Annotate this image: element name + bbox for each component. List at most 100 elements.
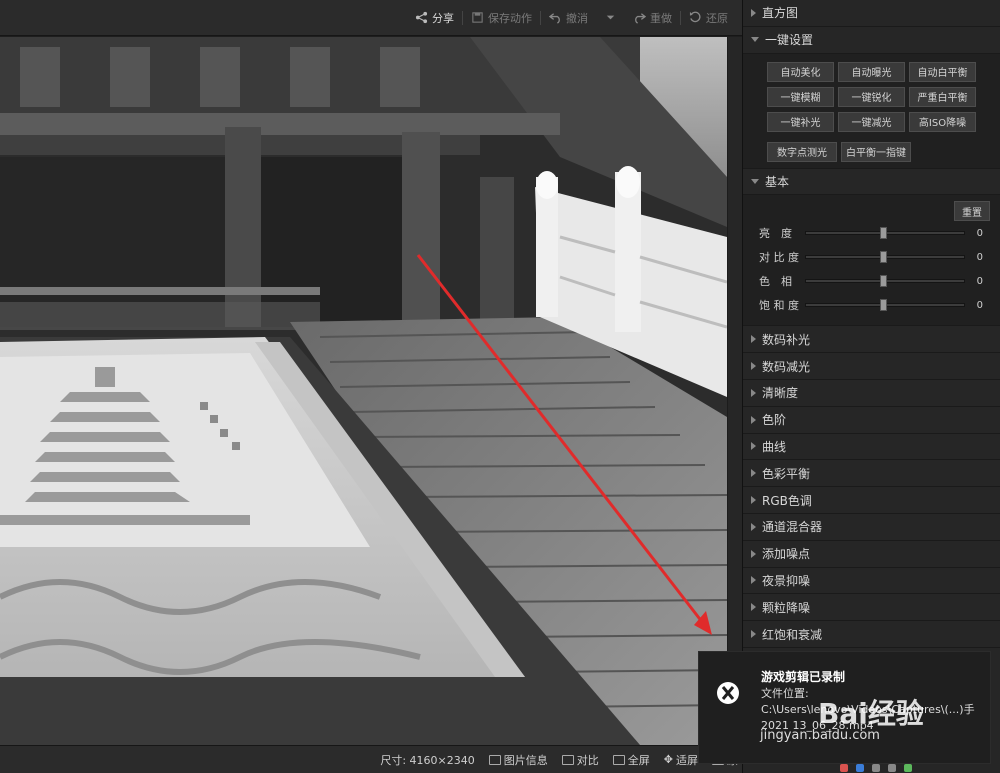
one-click-fill-light-button[interactable]: 一键补光 [767, 111, 834, 132]
redo-button[interactable]: 重做 [625, 6, 680, 30]
slider-thumb[interactable] [880, 275, 887, 288]
slider-value: 0 [976, 275, 983, 287]
section-red-saturation[interactable]: 红饱和衰减 [743, 621, 1000, 648]
slider-label: 亮 度 [759, 227, 792, 241]
image-info-button[interactable]: 图片信息 [488, 752, 548, 768]
strong-white-balance-button[interactable]: 严重白平衡 [909, 86, 976, 107]
compare-icon [561, 754, 574, 765]
fit-label: 适屏 [676, 753, 698, 767]
one-click-sharpen-button[interactable]: 一键锐化 [838, 86, 905, 107]
status-bar: 尺寸: 4160×2340 图片信息 对比 全屏 ✥ 适屏 原 [0, 745, 742, 773]
section-histogram[interactable]: 直方图 [743, 0, 1000, 27]
section-label: 数码补光 [762, 332, 811, 347]
section-label: 一键设置 [765, 33, 814, 48]
spot-metering-button[interactable]: 数字点测光 [767, 141, 837, 162]
chevron-right-icon [751, 442, 756, 451]
section-basic[interactable]: 基本 [743, 169, 1000, 196]
one-click-blur-button[interactable]: 一键模糊 [767, 86, 834, 107]
hue-slider-row: 色 相 0 [759, 269, 990, 293]
saturation-slider[interactable] [805, 299, 965, 312]
section-clarity[interactable]: 清晰度 [743, 380, 1000, 407]
fit-icon: ✥ [663, 753, 673, 766]
reset-row: 重置 [759, 201, 990, 222]
share-icon [415, 11, 428, 24]
section-label: 红饱和衰减 [762, 627, 823, 642]
auto-beautify-button[interactable]: 自动美化 [767, 61, 834, 82]
contrast-slider[interactable] [805, 251, 965, 264]
section-label: 颗粒降噪 [762, 600, 811, 615]
reset-button[interactable]: 重置 [954, 201, 990, 222]
section-color-balance[interactable]: 色彩平衡 [743, 460, 1000, 488]
hue-slider[interactable] [805, 275, 965, 288]
undo-icon [549, 13, 560, 24]
slider-thumb[interactable] [880, 299, 887, 312]
chevron-right-icon [751, 415, 756, 424]
section-rgb-tone[interactable]: RGB色调 [743, 487, 1000, 514]
chevron-right-icon [751, 549, 756, 558]
vertical-scrollbar[interactable] [728, 37, 742, 745]
image-canvas[interactable] [0, 37, 742, 745]
brightness-slider[interactable] [805, 227, 965, 240]
one-click-reduce-light-button[interactable]: 一键减光 [838, 111, 905, 132]
section-channel-mixer[interactable]: 通道混合器 [743, 514, 1000, 541]
save-action-button[interactable]: 保存动作 [463, 6, 540, 30]
restore-label: 还原 [706, 11, 728, 25]
contrast-slider-row: 对 比 度 0 [759, 245, 990, 269]
brightness-slider-row: 亮 度 0 [759, 221, 990, 245]
taskbar-tray [840, 764, 1000, 773]
slider-label: 饱 和 度 [759, 299, 799, 313]
section-grain-denoise[interactable]: 颗粒降噪 [743, 594, 1000, 622]
basic-content: 重置 亮 度 0 对 比 度 0 色 相 0 饱 和 度 0 [743, 195, 1000, 327]
section-add-noise[interactable]: 添加噪点 [743, 541, 1000, 568]
slider-value: 0 [976, 227, 983, 239]
restore-button[interactable]: 还原 [681, 6, 736, 30]
slider-thumb[interactable] [880, 227, 887, 240]
section-oneclick[interactable]: 一键设置 [743, 27, 1000, 54]
fullscreen-button[interactable]: 全屏 [612, 752, 650, 768]
share-label: 分享 [432, 11, 454, 25]
saturation-slider-row: 饱 和 度 0 [759, 293, 990, 317]
section-digital-reduce-light[interactable]: 数码减光 [743, 353, 1000, 380]
auto-exposure-button[interactable]: 自动曝光 [838, 61, 905, 82]
undo-dropdown[interactable] [596, 6, 625, 30]
section-curves[interactable]: 曲线 [743, 434, 1000, 461]
image-info-label: 图片信息 [503, 753, 548, 767]
high-iso-denoise-button[interactable]: 高ISO降噪 [909, 111, 976, 132]
compare-label: 对比 [576, 753, 599, 767]
compare-button[interactable]: 对比 [561, 752, 599, 768]
white-balance-picker-button[interactable]: 白平衡一指键 [841, 141, 911, 162]
slider-label: 对 比 度 [759, 251, 799, 265]
section-label: 夜景抑噪 [762, 573, 811, 588]
chevron-right-icon [751, 576, 756, 585]
fit-screen-button[interactable]: ✥ 适屏 [664, 752, 698, 768]
section-levels[interactable]: 色阶 [743, 407, 1000, 434]
restore-icon [689, 11, 701, 23]
fullscreen-icon [612, 754, 625, 765]
auto-white-balance-button[interactable]: 自动白平衡 [909, 61, 976, 82]
undo-button[interactable]: 撤消 [541, 6, 596, 30]
image-icon [488, 754, 501, 765]
tray-icon[interactable] [888, 764, 896, 772]
tray-icon[interactable] [904, 764, 912, 772]
section-label: 数码减光 [762, 359, 811, 374]
top-toolbar: 分享 保存动作 撤消 重做 还原 [0, 0, 742, 36]
chevron-right-icon [751, 469, 756, 478]
chevron-right-icon [751, 630, 756, 639]
tray-icon[interactable] [840, 764, 848, 772]
undo-label: 撤消 [566, 11, 588, 25]
chevron-down-icon [606, 15, 615, 20]
slider-label: 色 相 [759, 275, 792, 289]
save-action-label: 保存动作 [488, 11, 532, 25]
tray-icon[interactable] [872, 764, 880, 772]
save-icon [472, 12, 483, 23]
chevron-down-icon [751, 37, 759, 43]
share-button[interactable]: 分享 [407, 6, 462, 30]
chevron-right-icon [751, 388, 756, 397]
section-digital-fill-light[interactable]: 数码补光 [743, 326, 1000, 354]
section-night-denoise[interactable]: 夜景抑噪 [743, 568, 1000, 595]
tray-icon[interactable] [856, 764, 864, 772]
chevron-down-icon [751, 178, 759, 184]
slider-thumb[interactable] [880, 251, 887, 264]
section-label: 基本 [765, 174, 790, 189]
notification-title: 游戏剪辑已录制 [761, 670, 846, 684]
